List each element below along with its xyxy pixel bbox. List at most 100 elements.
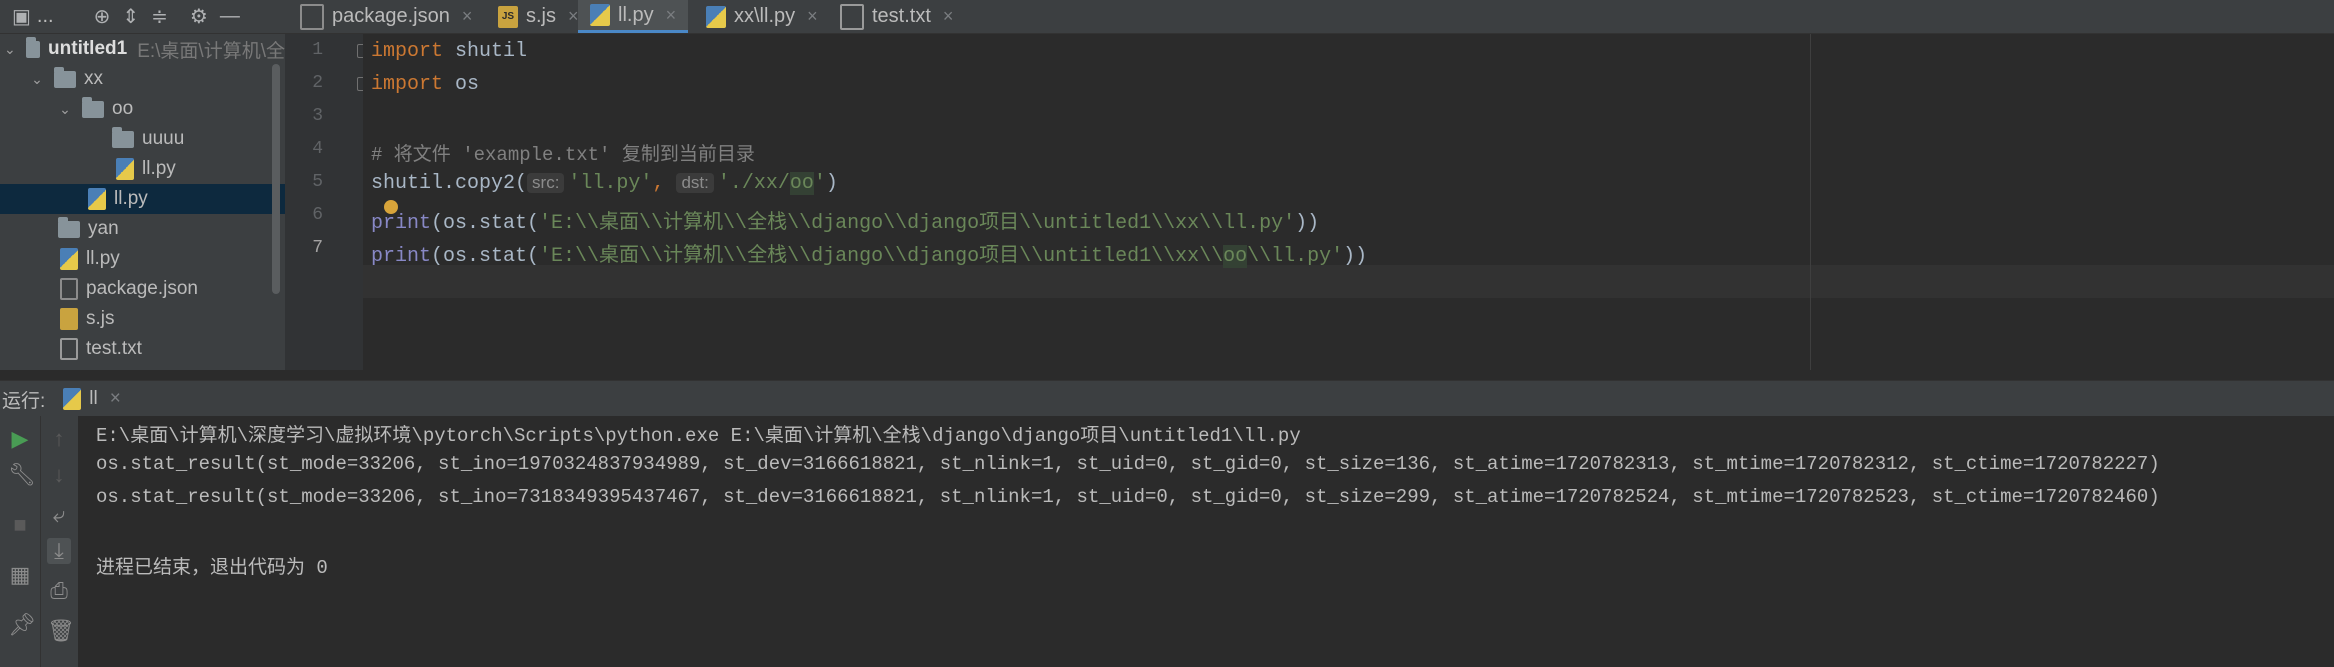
keyword: import: [371, 73, 444, 96]
string: 'll.py': [568, 172, 653, 195]
close-icon[interactable]: ×: [666, 5, 677, 26]
layout-icon[interactable]: ▦: [8, 562, 32, 588]
json-file-icon: [60, 278, 78, 300]
tree-item-test-txt[interactable]: test.txt: [0, 334, 285, 364]
code-text: (os.stat(: [431, 245, 540, 268]
json-file-icon: [300, 3, 324, 30]
tree-item-oo-ll-py[interactable]: ll.py: [0, 154, 285, 184]
chevron-down-icon[interactable]: ⌄: [58, 101, 72, 118]
code-text: ,: [652, 172, 677, 195]
tree-item-label: ll.py: [142, 158, 176, 179]
collapse-all-icon[interactable]: ≑: [151, 4, 168, 29]
close-icon[interactable]: ×: [943, 6, 954, 27]
python-file-icon: [60, 248, 78, 270]
js-file-icon: [60, 308, 78, 330]
string-highlight: oo: [1223, 245, 1248, 268]
tab-label: xx\ll.py: [734, 5, 796, 27]
chevron-down-icon[interactable]: ⌄: [4, 41, 16, 58]
console-line: 进程已结束，退出代码为 0: [96, 557, 328, 579]
run-icon[interactable]: ▶: [8, 426, 32, 452]
string-highlight: oo: [789, 172, 814, 195]
project-label[interactable]: ...: [37, 5, 54, 28]
tab-test-txt[interactable]: test.txt ×: [840, 0, 953, 33]
wrench-icon[interactable]: 🔧︎: [8, 462, 36, 488]
line-number: 4: [312, 139, 323, 159]
crosshair-icon[interactable]: ⊕: [94, 4, 111, 29]
folder-icon: [25, 36, 41, 58]
print-icon[interactable]: ⎙: [47, 578, 71, 604]
stop-icon[interactable]: ■: [8, 512, 32, 538]
top-bar: ▣ ... ⊕ ⇕ ≑ ⚙ — package.json × JS s.js ×…: [0, 0, 2334, 34]
tab-label: ll.py: [618, 3, 654, 26]
scroll-to-end-icon[interactable]: ⤓: [47, 538, 71, 564]
pin-icon[interactable]: 📌︎: [8, 612, 36, 638]
tree-item-uuuu[interactable]: uuuu: [0, 124, 285, 154]
expand-all-icon[interactable]: ⇕: [122, 4, 139, 29]
code-text: )): [1295, 212, 1320, 235]
tab-xx-ll-py[interactable]: xx\ll.py ×: [706, 0, 818, 33]
text-file-icon: [60, 338, 78, 360]
trash-icon[interactable]: 🗑︎: [47, 618, 75, 644]
code-line-7: print(os.stat('E:\\桌面\\计算机\\全栈\\django\\…: [371, 238, 1367, 268]
tree-root[interactable]: ⌄ untitled1 E:\桌面\计算机\全: [0, 34, 285, 64]
tree-item-label: oo: [112, 98, 134, 119]
string: \\ll.py': [1247, 245, 1344, 268]
tree-item-package-json[interactable]: package.json: [0, 274, 285, 304]
text-file-icon: [840, 3, 864, 30]
param-hint: dst:: [676, 173, 714, 193]
code-text: shutil.copy2(: [371, 172, 528, 195]
soft-wrap-icon[interactable]: ⤶: [47, 502, 71, 528]
sidebar-scrollbar[interactable]: [272, 64, 280, 294]
tree-item-s-js[interactable]: s.js: [0, 304, 285, 334]
code-editor[interactable]: import shutil import os # 将文件 'example.t…: [363, 34, 2334, 370]
line-number: 2: [312, 73, 323, 93]
line-number: 6: [312, 205, 323, 225]
console-line: os.stat_result(st_mode=33206, st_ino=197…: [96, 453, 2160, 475]
code-line-4: # 将文件 'example.txt' 复制到当前目录: [371, 144, 755, 166]
keyword: import: [371, 40, 444, 63]
code-text: os: [443, 73, 480, 96]
js-file-icon: JS: [498, 5, 518, 28]
gear-icon[interactable]: ⚙: [190, 4, 208, 29]
folder-icon: [58, 216, 80, 238]
run-console[interactable]: E:\桌面\计算机\深度学习\虚拟环境\pytorch\Scripts\pyth…: [78, 416, 2334, 667]
tree-item-xx-ll-py[interactable]: ll.py: [0, 184, 285, 214]
code-line-2: import os: [371, 73, 479, 96]
string: ': [813, 172, 826, 195]
arrow-down-icon[interactable]: ↓: [47, 462, 71, 488]
console-line: E:\桌面\计算机\深度学习\虚拟环境\pytorch\Scripts\pyth…: [96, 425, 1301, 447]
tab-s-js[interactable]: JS s.js ×: [498, 0, 579, 33]
chevron-down-icon[interactable]: ⌄: [30, 71, 44, 88]
lightbulb-icon[interactable]: [384, 200, 398, 214]
tree-item-xx[interactable]: ⌄ xx: [0, 64, 285, 94]
python-file-icon: [88, 188, 106, 210]
close-icon[interactable]: ×: [110, 388, 121, 410]
python-file-icon: [590, 4, 610, 26]
project-icon[interactable]: ▣: [12, 4, 31, 29]
project-tree: ⌄ untitled1 E:\桌面\计算机\全 ⌄ xx ⌄ oo uuuu l…: [0, 34, 285, 370]
run-toolbar-right: ↑ ↓ ⤶ ⤓ ⎙ 🗑︎: [40, 416, 79, 667]
tab-package-json[interactable]: package.json ×: [300, 0, 472, 33]
tree-item-yan[interactable]: yan: [0, 214, 285, 244]
tree-item-ll-py[interactable]: ll.py: [0, 244, 285, 274]
folder-icon: [54, 66, 76, 88]
tree-item-oo[interactable]: ⌄ oo: [0, 94, 285, 124]
close-icon[interactable]: ×: [807, 6, 818, 27]
string: 'E:\\桌面\\计算机\\全栈\\django\\django项目\\unti…: [539, 212, 1296, 235]
run-panel-header: 运行: ll ×: [0, 380, 2334, 417]
tree-root-label: untitled1: [48, 38, 128, 59]
run-label: 运行:: [2, 390, 46, 412]
close-icon[interactable]: ×: [568, 6, 579, 27]
tab-label: s.js: [526, 5, 556, 27]
tree-item-label: test.txt: [86, 338, 142, 359]
arrow-up-icon[interactable]: ↑: [47, 426, 71, 452]
builtin: print: [371, 245, 432, 268]
minimize-icon[interactable]: —: [220, 5, 240, 28]
tab-ll-py[interactable]: ll.py ×: [578, 0, 689, 33]
run-tab-ll[interactable]: ll ×: [63, 381, 121, 417]
tree-item-label: ll.py: [114, 188, 148, 209]
tree-item-label: yan: [88, 218, 119, 239]
python-file-icon: [116, 158, 134, 180]
line-number: 3: [312, 106, 323, 126]
close-icon[interactable]: ×: [462, 6, 473, 27]
